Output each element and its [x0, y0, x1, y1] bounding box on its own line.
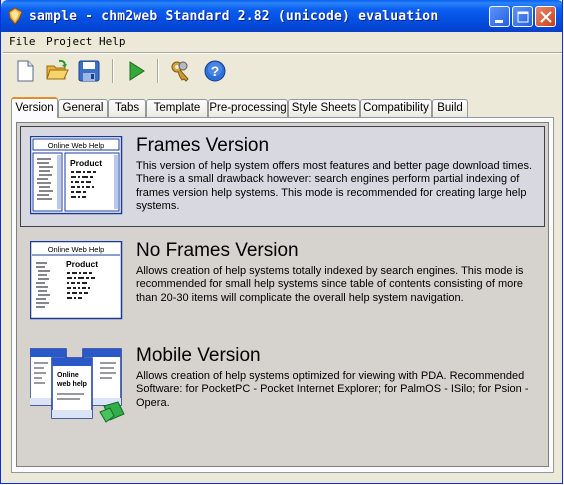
minimize-icon — [495, 20, 503, 23]
menu-project[interactable]: Project — [46, 35, 92, 48]
toolbar-separator — [157, 59, 159, 83]
version-tab-panel: Online Web Help Product Frames Version T… — [11, 117, 554, 473]
keys-button[interactable] — [166, 57, 194, 85]
toolbar: ? — [1, 54, 562, 88]
toolbar-separator — [112, 59, 114, 83]
main-window: sample - chm2web Standard 2.82 (unicode)… — [0, 0, 563, 484]
open-button[interactable] — [43, 57, 71, 85]
run-icon — [129, 61, 145, 81]
menu-help[interactable]: Help — [99, 35, 126, 48]
save-icon — [78, 60, 100, 82]
option-frames-version[interactable]: Online Web Help Product Frames Version T… — [20, 126, 545, 227]
title-bar[interactable]: sample - chm2web Standard 2.82 (unicode)… — [1, 0, 562, 32]
frames-version-thumbnail: Online Web Help Product — [30, 136, 123, 215]
thumb-product-heading: Product — [66, 259, 98, 269]
app-icon — [8, 7, 23, 25]
frames-version-description: This version of help system offers most … — [136, 160, 532, 212]
tab-tabs[interactable]: Tabs — [108, 99, 146, 117]
version-options-list: Online Web Help Product Frames Version T… — [16, 122, 549, 467]
no-frames-version-description: Allows creation of help systems totally … — [136, 265, 524, 304]
run-button[interactable] — [122, 57, 150, 85]
no-frames-version-thumbnail: Online Web Help Product — [30, 241, 123, 320]
tab-strip: Version General Tabs Template Pre-proces… — [11, 97, 551, 118]
tab-version[interactable]: Version — [11, 97, 58, 118]
mobile-version-description: Allows creation of help systems optimize… — [136, 370, 529, 409]
save-button[interactable] — [75, 57, 103, 85]
close-button[interactable] — [535, 6, 556, 27]
tab-style-sheets[interactable]: Style Sheets — [288, 99, 360, 117]
mobile-version-title: Mobile Version — [136, 345, 261, 366]
tab-pre-processing[interactable]: Pre-processing — [208, 99, 288, 117]
mobile-version-thumbnail: Online web help — [30, 348, 125, 423]
help-icon: ? — [204, 60, 226, 82]
minimize-button[interactable] — [489, 6, 510, 27]
tab-template[interactable]: Template — [146, 99, 208, 117]
tab-build[interactable]: Build — [432, 99, 468, 117]
menu-bar: File Project Help — [1, 32, 562, 52]
thumb-mobile-line-2: web help — [56, 381, 87, 388]
maximize-icon — [517, 11, 529, 23]
new-button[interactable] — [11, 57, 39, 85]
option-no-frames-version[interactable]: Online Web Help Product No Frames Versio… — [20, 231, 545, 332]
option-mobile-version[interactable]: Online web help Mobile Version Allows cr… — [20, 336, 545, 437]
thumb-header-text: Online Web Help — [48, 141, 105, 150]
thumb-header-text: Online Web Help — [48, 245, 105, 254]
maximize-button[interactable] — [512, 6, 533, 27]
keys-icon — [171, 61, 189, 82]
new-icon — [17, 60, 34, 82]
frames-version-title: Frames Version — [136, 135, 270, 156]
svg-text:?: ? — [211, 63, 220, 79]
thumb-product-heading: Product — [70, 158, 102, 168]
help-button[interactable]: ? — [201, 57, 229, 85]
tab-general[interactable]: General — [58, 99, 108, 117]
thumb-mobile-line-1: Online — [57, 372, 79, 379]
menu-file[interactable]: File — [9, 35, 36, 48]
open-folder-icon — [46, 59, 69, 80]
window-title: sample - chm2web Standard 2.82 (unicode)… — [29, 9, 439, 24]
close-icon — [540, 11, 552, 23]
tab-compatibility[interactable]: Compatibility — [360, 99, 432, 117]
no-frames-version-title: No Frames Version — [136, 240, 299, 261]
